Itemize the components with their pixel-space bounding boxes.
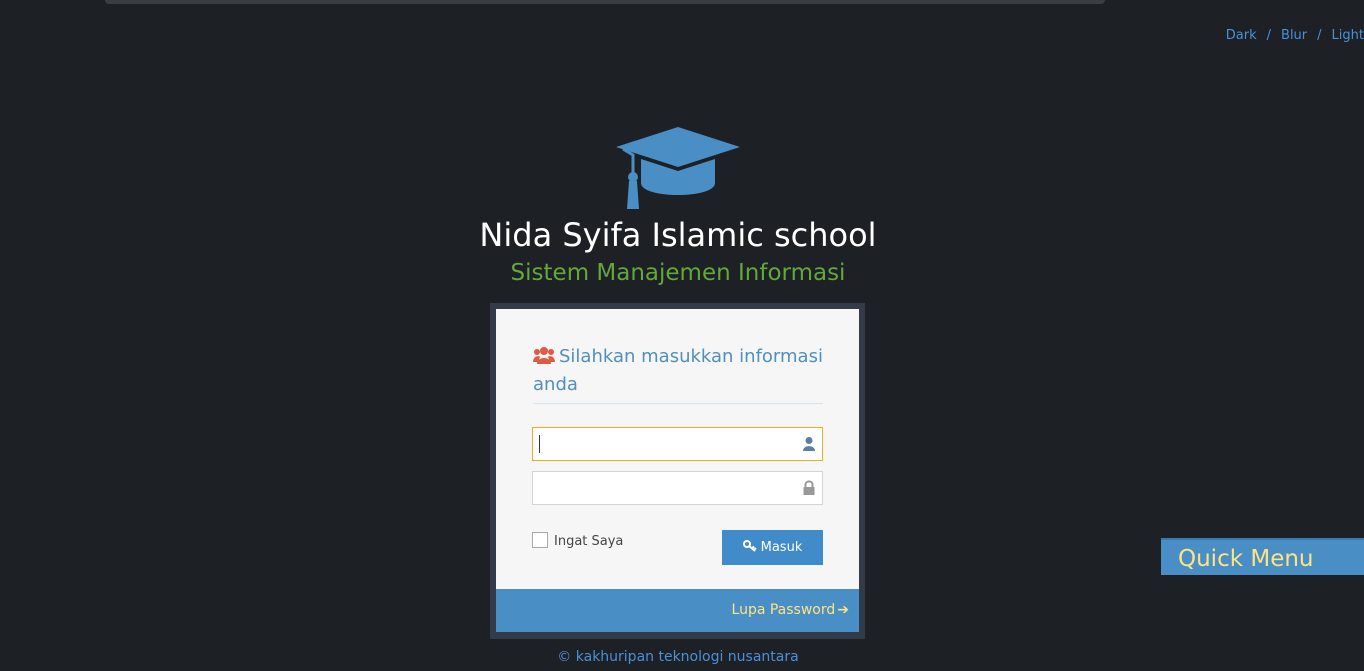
- username-field[interactable]: [532, 427, 823, 461]
- theme-light-link[interactable]: Light: [1332, 28, 1364, 43]
- app-title: Nida Syifa Islamic school: [479, 216, 877, 254]
- forgot-password-link[interactable]: Lupa Password ➔: [732, 602, 849, 618]
- login-button-label: Masuk: [760, 540, 803, 555]
- heading-divider: [533, 403, 823, 404]
- copyright-text: © kakhuripan teknologi nusantara: [557, 649, 799, 665]
- login-form: Silahkan masukkan informasi anda Ingat S…: [496, 309, 859, 589]
- password-field[interactable]: [532, 471, 823, 505]
- theme-switcher: Dark / Blur / Light: [1226, 28, 1364, 43]
- theme-separator: /: [1266, 28, 1272, 43]
- lock-icon: [803, 480, 815, 495]
- remember-checkbox[interactable]: [532, 532, 548, 548]
- login-button[interactable]: Masuk: [722, 530, 823, 565]
- theme-blur-link[interactable]: Blur: [1281, 28, 1307, 43]
- forgot-password-bar: Lupa Password ➔: [496, 589, 859, 632]
- graduation-cap-icon: [616, 127, 740, 209]
- users-icon: [533, 347, 555, 364]
- theme-separator: /: [1317, 28, 1322, 43]
- remember-me[interactable]: Ingat Saya: [532, 532, 623, 550]
- password-input[interactable]: [533, 472, 809, 504]
- quick-menu-button[interactable]: Quick Menu: [1161, 538, 1364, 575]
- theme-dark-link[interactable]: Dark: [1226, 28, 1257, 43]
- key-icon: [742, 540, 757, 552]
- user-icon: [803, 437, 815, 451]
- browser-toolbar-edge: [105, 0, 1105, 4]
- app-subtitle: Sistem Manajemen Informasi: [510, 260, 846, 286]
- login-panel: Silahkan masukkan informasi anda Ingat S…: [490, 303, 865, 639]
- remember-label: Ingat Saya: [554, 534, 624, 549]
- forgot-password-label: Lupa Password: [731, 602, 836, 618]
- login-heading: Silahkan masukkan informasi anda: [533, 343, 825, 399]
- text-cursor: [539, 435, 540, 453]
- login-heading-text: Silahkan masukkan informasi anda: [533, 346, 823, 395]
- arrow-right-icon: ➔: [837, 602, 849, 618]
- username-input[interactable]: [533, 428, 809, 460]
